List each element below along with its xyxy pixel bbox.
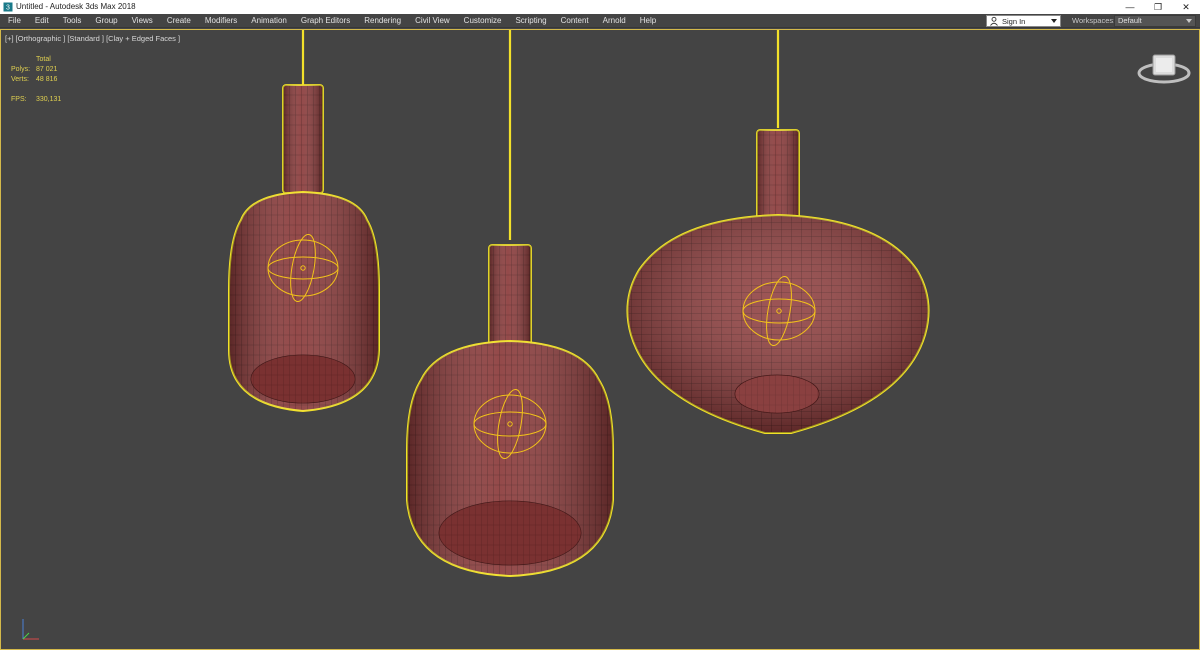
menu-modifiers[interactable]: Modifiers: [198, 14, 244, 28]
menu-animation[interactable]: Animation: [244, 14, 294, 28]
menu-customize[interactable]: Customize: [457, 14, 509, 28]
menu-scripting[interactable]: Scripting: [508, 14, 553, 28]
menu-edit[interactable]: Edit: [28, 14, 56, 28]
scene-objects[interactable]: [1, 30, 1199, 649]
menu-arnold[interactable]: Arnold: [596, 14, 633, 28]
window-controls: — ❐ ✕: [1116, 0, 1200, 14]
menu-rendering[interactable]: Rendering: [357, 14, 408, 28]
minimize-button[interactable]: —: [1116, 0, 1144, 14]
pendant-lamp-right[interactable]: [626, 30, 930, 434]
3dsmax-app-icon: 3: [3, 2, 13, 12]
svg-text:3: 3: [6, 5, 10, 12]
pendant-lamp-left[interactable]: [228, 30, 380, 413]
menu-create[interactable]: Create: [160, 14, 198, 28]
menu-content[interactable]: Content: [554, 14, 596, 28]
close-button[interactable]: ✕: [1172, 0, 1200, 14]
viewcube-icon[interactable]: [1137, 51, 1191, 87]
user-icon: [989, 16, 999, 26]
menu-group[interactable]: Group: [88, 14, 124, 28]
window-title: Untitled - Autodesk 3ds Max 2018: [16, 2, 136, 11]
title-bar: 3 Untitled - Autodesk 3ds Max 2018 — ❐ ✕: [0, 0, 1200, 14]
menu-bar: File Edit Tools Group Views Create Modif…: [0, 14, 1200, 28]
restore-button[interactable]: ❐: [1144, 0, 1172, 14]
workspaces-select[interactable]: Default: [1114, 15, 1196, 27]
sign-in-dropdown[interactable]: Sign In: [986, 15, 1061, 27]
menu-views[interactable]: Views: [125, 14, 160, 28]
menu-help[interactable]: Help: [633, 14, 663, 28]
menu-civil-view[interactable]: Civil View: [408, 14, 457, 28]
menu-tools[interactable]: Tools: [56, 14, 89, 28]
workspaces-value: Default: [1118, 16, 1142, 25]
sign-in-label: Sign In: [1002, 16, 1026, 26]
chevron-down-icon: [1051, 19, 1057, 23]
menu-graph-editors[interactable]: Graph Editors: [294, 14, 357, 28]
axis-tripod-icon: [22, 619, 39, 640]
menu-items: File Edit Tools Group Views Create Modif…: [0, 14, 663, 28]
chevron-down-icon: [1186, 19, 1192, 23]
pendant-lamp-middle[interactable]: [406, 30, 614, 578]
perspective-viewport[interactable]: [+] [Orthographic ] [Standard ] [Clay + …: [0, 29, 1200, 650]
menu-file[interactable]: File: [0, 14, 28, 28]
workspaces-label: Workspaces:: [1072, 16, 1116, 25]
